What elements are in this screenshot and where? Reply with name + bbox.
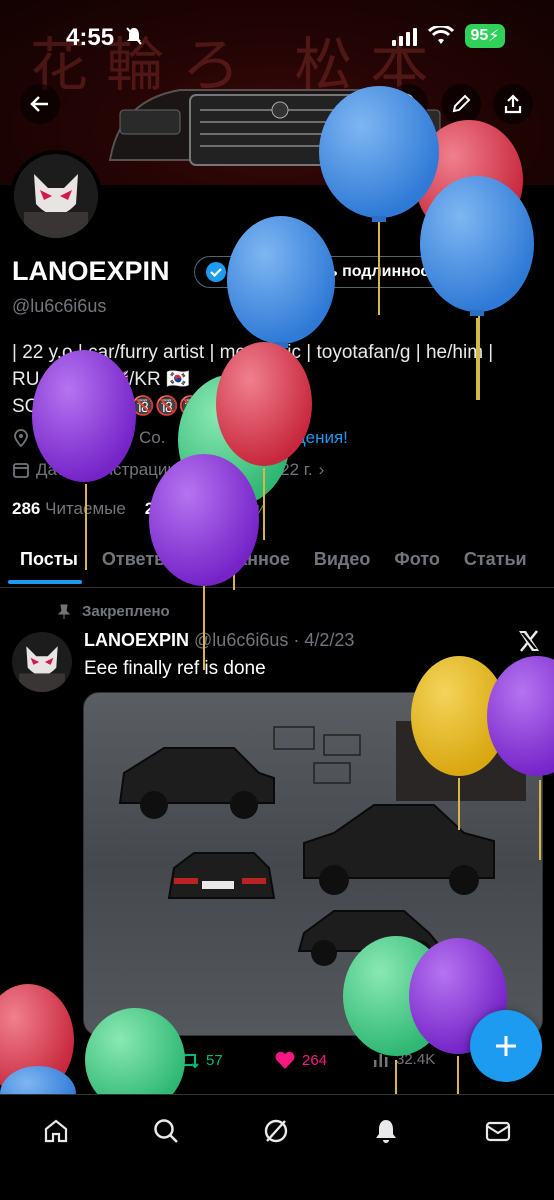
following-link[interactable]: 286 Читаемые [12, 499, 126, 518]
profile-meta-joined[interactable]: Дата регистрации: февраль 2022 г. › [12, 460, 324, 480]
status-bar: 4:55 95 ⚡ [0, 0, 554, 70]
search-icon [154, 1119, 178, 1143]
profile-meta-location: Toyota Motor Co. С днём рождения! [12, 428, 348, 448]
bell-icon [376, 1120, 396, 1143]
bio-line-1: | 22 y.o | car/furry artist | mechanic |… [12, 342, 494, 363]
like-button[interactable]: 264 [274, 1050, 327, 1070]
tweet-avatar-image [12, 632, 72, 692]
edit-button[interactable] [441, 84, 481, 124]
avatar-image [14, 154, 98, 238]
mail-icon [485, 1121, 511, 1142]
retweet-icon [179, 1051, 199, 1069]
compose-post-button[interactable] [470, 1010, 542, 1082]
tab-video[interactable]: Видео [302, 538, 383, 584]
chevron-right-icon: › [318, 460, 325, 479]
verified-icon [206, 262, 226, 282]
plus-icon [496, 1036, 516, 1056]
tweet-text: Eee finally ref is done [84, 658, 266, 679]
tab-articles[interactable]: Статьи [452, 538, 539, 584]
bottom-navigation [0, 1094, 554, 1200]
views-button[interactable]: 32.4K [372, 1050, 435, 1068]
x-logo-icon [519, 630, 539, 652]
heart-icon [275, 1051, 295, 1069]
car-reference-sheet [118, 721, 526, 966]
pin-icon [57, 604, 71, 619]
nav-messages[interactable] [478, 1111, 518, 1151]
tab-posts[interactable]: Посты [0, 538, 90, 584]
share-icon [504, 94, 522, 114]
pinned-indicator: Закреплено [56, 603, 170, 620]
edit-icon [452, 94, 471, 113]
profile-name: LANOEXPIN [12, 256, 170, 286]
battery-level: 95 [470, 27, 489, 44]
tweet-author[interactable]: LANOEXPIN [84, 630, 189, 650]
balloon-icon [182, 429, 195, 446]
nav-grok[interactable] [256, 1111, 296, 1151]
retweet-button[interactable]: 57 [178, 1050, 223, 1070]
profile-handle: @lu6c6i6us [12, 296, 107, 316]
profile-tabs: Посты Ответы Избранное Видео Фото Статьи [0, 538, 554, 588]
grok-icon [264, 1119, 288, 1143]
status-time: 4:55 [66, 24, 115, 51]
followers-link[interactable]: 2,124 Читатели [145, 499, 266, 518]
tab-likes[interactable]: Избранное [182, 538, 302, 584]
following-label: Читаемые [45, 499, 126, 518]
nav-home[interactable] [36, 1111, 76, 1151]
search-button[interactable] [388, 84, 428, 124]
bio-line-3: SOMETIMES 🔞🔞🔞 [12, 396, 203, 417]
views-icon [374, 1054, 388, 1067]
birthday-link[interactable]: С днём рождения! [203, 428, 347, 448]
tweet-avatar[interactable] [12, 632, 72, 692]
tab-photo[interactable]: Фото [382, 538, 451, 584]
battery-indicator: 95 ⚡ [465, 24, 505, 48]
share-button[interactable] [493, 84, 533, 124]
balloon-red-3 [0, 984, 74, 1096]
tweet-header: LANOEXPIN @lu6c6i6us · 4/2/23 [84, 630, 354, 651]
like-count: 264 [302, 1051, 328, 1069]
wifi-icon [428, 26, 454, 44]
nav-search[interactable] [146, 1111, 186, 1151]
tweet-handle-date: @lu6c6i6us · 4/2/23 [194, 630, 355, 650]
retweet-count: 57 [206, 1051, 223, 1069]
views-count: 32.4K [396, 1050, 436, 1068]
calendar-icon [13, 463, 29, 478]
follow-counts: 286 Читаемые 2,124 Читатели [12, 499, 265, 519]
back-button[interactable] [20, 84, 60, 124]
profile-bio: | 22 y.o | car/furry artist | mechanic |… [12, 339, 542, 420]
joined-text: Дата регистрации: февраль 2022 г. [36, 460, 313, 479]
followers-count: 2,124 [144, 499, 188, 518]
profile-avatar[interactable] [10, 150, 102, 242]
followers-label: Читатели [192, 499, 266, 518]
verify-label: Подтвердить подлинность [233, 263, 447, 280]
home-icon [44, 1119, 68, 1143]
signal-icon [392, 28, 417, 46]
silent-bell-icon [126, 27, 142, 45]
bio-line-2: RU 🇷🇺/EN 🇬🇧/KR 🇰🇷 [12, 369, 190, 390]
reply-count: 7 [110, 1051, 119, 1069]
location-icon [14, 429, 28, 447]
reply-icon [86, 1052, 102, 1070]
following-count: 286 [12, 499, 41, 518]
location-text: Toyota Motor Co. [36, 428, 166, 447]
nav-notifications[interactable] [366, 1111, 406, 1151]
reply-button[interactable]: 7 [84, 1050, 118, 1070]
back-icon [30, 96, 48, 112]
tweet-media-image[interactable] [83, 692, 543, 1036]
verify-button[interactable]: Подтвердить подлинность [194, 256, 462, 288]
pinned-label: Закреплено [82, 603, 170, 620]
tab-replies[interactable]: Ответы [90, 538, 182, 584]
search-icon [397, 93, 418, 114]
